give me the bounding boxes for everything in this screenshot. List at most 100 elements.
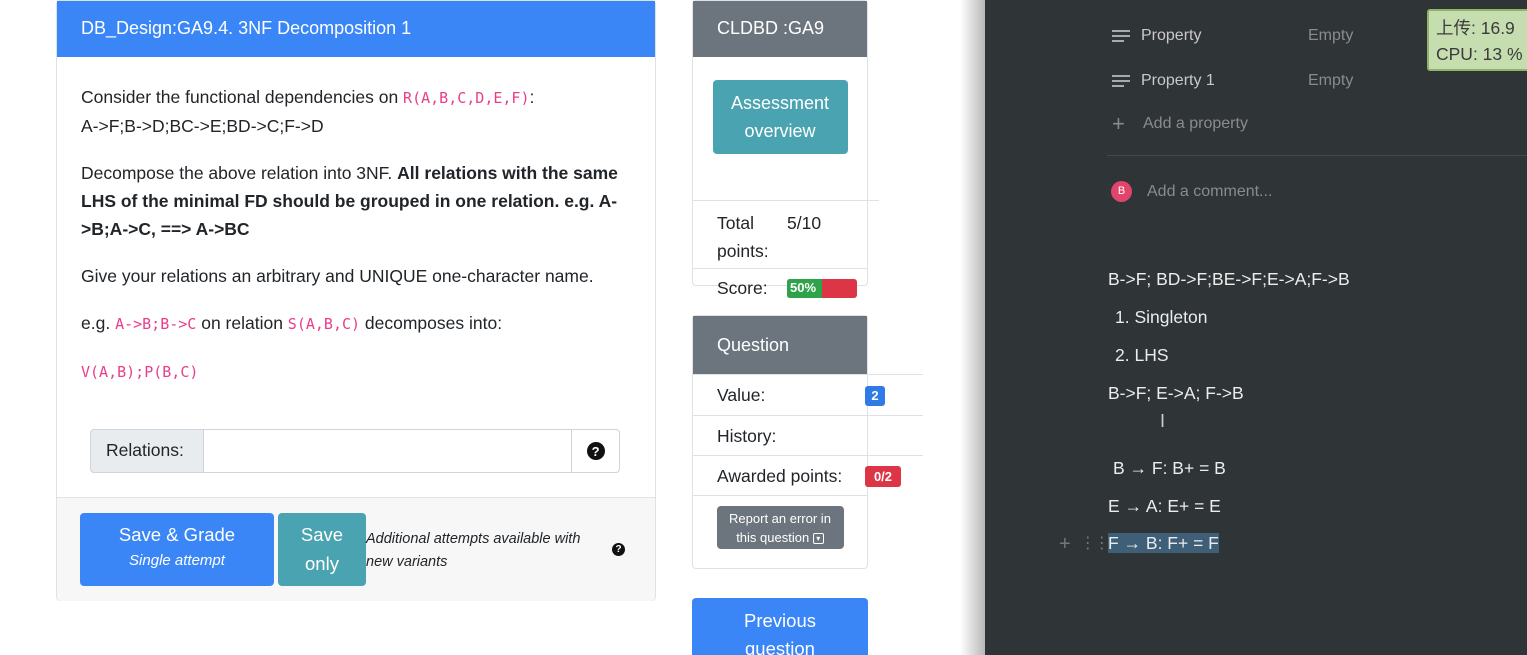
total-points-label-1: Total — [717, 213, 754, 233]
p4-text: e.g. — [81, 313, 116, 333]
total-points-row: Total points: 5/10 — [693, 200, 879, 268]
note-line-2[interactable]: B->F; E->A; F->B — [1108, 383, 1244, 404]
save-and-grade-button[interactable]: Save & Grade Single attempt — [80, 513, 274, 586]
assessment-overview-area: Assessment overview — [693, 80, 867, 200]
add-property-button[interactable]: + Add a property — [1112, 111, 1248, 136]
question-title: DB_Design:GA9.4. 3NF Decomposition 1 — [57, 1, 655, 57]
text-lines-icon — [1112, 75, 1130, 87]
value-badge: 2 — [865, 386, 885, 406]
question-paragraph-1: Consider the functional dependencies on … — [81, 83, 631, 140]
caret-box-icon: ▾ — [812, 533, 824, 545]
divider — [1107, 155, 1527, 156]
p1-text: Consider the functional dependencies on — [81, 87, 404, 107]
report-error-label-2: this question ▾ — [717, 528, 844, 547]
plus-icon: + — [1112, 111, 1125, 136]
question-circle-icon: ? — [586, 442, 605, 460]
block-handle[interactable]: + ⋮⋮ — [1059, 533, 1110, 556]
question-circle-icon: ? — [612, 543, 625, 556]
drag-handle-icon[interactable]: ⋮⋮ — [1080, 533, 1110, 556]
note-line-5-text: F → B: F+ = F — [1108, 533, 1219, 553]
score-row: Score: 50% — [693, 268, 867, 308]
assessment-card: CLDBD :GA9 Assessment overview Total poi… — [692, 0, 879, 298]
note-line-4[interactable]: E → A: E+ = E — [1108, 496, 1221, 517]
question-info-title: Question — [693, 316, 867, 374]
report-error-button[interactable]: Report an error in this question ▾ — [716, 506, 844, 549]
property-row-2[interactable]: Property 1 Empty — [1112, 70, 1353, 92]
report-error-label-2-text: this question — [736, 530, 810, 545]
score-label: Score: — [717, 278, 768, 298]
add-comment-field[interactable]: B Add a comment... — [1111, 181, 1272, 202]
attempts-help-button[interactable]: ? — [612, 543, 625, 556]
total-points-label: Total points: — [717, 209, 787, 265]
pane-shadow — [960, 0, 985, 655]
save-only-label-2: only — [305, 553, 339, 574]
note-line-3[interactable]: B → F: B+ = B — [1113, 458, 1226, 479]
total-points-label-2: points: — [717, 241, 769, 261]
add-comment-placeholder: Add a comment... — [1147, 182, 1273, 200]
previous-question-label-2: question — [745, 638, 815, 655]
cpu-usage: CPU: 13 % — [1436, 44, 1523, 64]
attempts-note: Additional attempts available with new v… — [366, 531, 581, 570]
text-lines-icon — [1112, 30, 1130, 42]
awarded-points-label: Awarded points: — [717, 466, 843, 486]
history-label: History: — [717, 426, 777, 446]
awarded-points-badge: 0/2 — [865, 466, 901, 487]
previous-question-button[interactable]: Previous question — [692, 598, 868, 655]
p1-fds: A->F;B->D;BC->E;BD->C;F->D — [81, 116, 324, 136]
avatar: B — [1111, 181, 1132, 202]
note-line-5[interactable]: F → B: F+ = F — [1108, 533, 1219, 554]
save-only-button[interactable]: Save only — [278, 513, 366, 586]
p2-text: Decompose the above relation into 3NF. — [81, 163, 398, 183]
p4-post-text: decomposes into: — [360, 313, 503, 333]
awarded-points-row: Awarded points: 0/2 — [693, 455, 923, 495]
p4-relation-code: S(A,B,C) — [287, 315, 361, 333]
text-cursor-icon: I — [1160, 411, 1166, 431]
note-line-1[interactable]: B->F; BD->F;BE->F;E->A;F->B — [1108, 269, 1350, 290]
relations-input[interactable] — [203, 429, 573, 473]
notes-pane: Property Empty Property 1 Empty + Add a … — [985, 0, 1527, 655]
history-row: History: — [693, 415, 923, 455]
network-monitor-overlay: 上传: 16.9 CPU: 13 % — [1427, 9, 1527, 71]
note-list-item-2[interactable]: 2. LHS — [1115, 345, 1169, 366]
assessment-title: CLDBD :GA9 — [693, 1, 867, 57]
question-footer: Save & Grade Single attempt Save only Ad… — [57, 497, 655, 601]
upload-rate: 上传: 16.9 — [1436, 18, 1515, 38]
previous-question-label-1: Previous — [744, 610, 816, 631]
p4-mid-text: on relation — [196, 313, 288, 333]
total-points-value: 5/10 — [787, 213, 822, 233]
value-label: Value: — [717, 385, 766, 405]
question-paragraph-5: V(A,B);P(B,C) — [81, 357, 631, 386]
question-body: Consider the functional dependencies on … — [57, 57, 655, 386]
p5-example-code: V(A,B);P(B,C) — [81, 363, 199, 381]
question-card: DB_Design:GA9.4. 3NF Decomposition 1 Con… — [56, 0, 656, 601]
single-attempt-label: Single attempt — [129, 552, 225, 569]
relations-help-button[interactable]: ? — [572, 429, 620, 473]
property-row-1[interactable]: Property Empty — [1112, 25, 1353, 47]
assessment-overview-button[interactable]: Assessment overview — [712, 80, 848, 154]
note-list-item-1[interactable]: 1. Singleton — [1115, 307, 1207, 328]
p1-relation-code: R(A,B,C,D,E,F) — [403, 89, 530, 107]
property-2-name: Property 1 — [1141, 72, 1215, 89]
assessment-overview-label-1: Assessment — [730, 93, 830, 113]
property-1-name: Property — [1141, 27, 1202, 44]
question-paragraph-2: Decompose the above relation into 3NF. A… — [81, 159, 631, 243]
property-2-value[interactable]: Empty — [1308, 72, 1353, 90]
assessment-overview-label-2: overview — [744, 121, 816, 141]
p4-fds-code: A->B;B->C — [115, 315, 197, 333]
save-and-grade-label: Save & Grade — [118, 524, 236, 545]
score-progress-fill: 50% — [787, 279, 822, 298]
report-error-label-1: Report an error in — [729, 511, 831, 526]
plus-icon[interactable]: + — [1059, 533, 1071, 556]
property-1-value[interactable]: Empty — [1308, 27, 1353, 45]
relations-label: Relations: — [90, 429, 204, 473]
question-info-card: Question Value: 2 History: Awarded point… — [692, 315, 923, 569]
value-row: Value: 2 — [693, 374, 923, 415]
relations-input-group: Relations: ? — [90, 429, 620, 473]
question-paragraph-3: Give your relations an arbitrary and UNI… — [81, 266, 594, 286]
report-row: Report an error in this question ▾ — [693, 495, 867, 568]
add-property-label: Add a property — [1143, 115, 1248, 132]
score-progress-bar: 50% — [787, 279, 857, 298]
p1-colon: : — [529, 87, 535, 107]
question-paragraph-4: e.g. A->B;B->C on relation S(A,B,C) deco… — [81, 309, 631, 338]
save-only-label-1: Save — [300, 524, 344, 545]
